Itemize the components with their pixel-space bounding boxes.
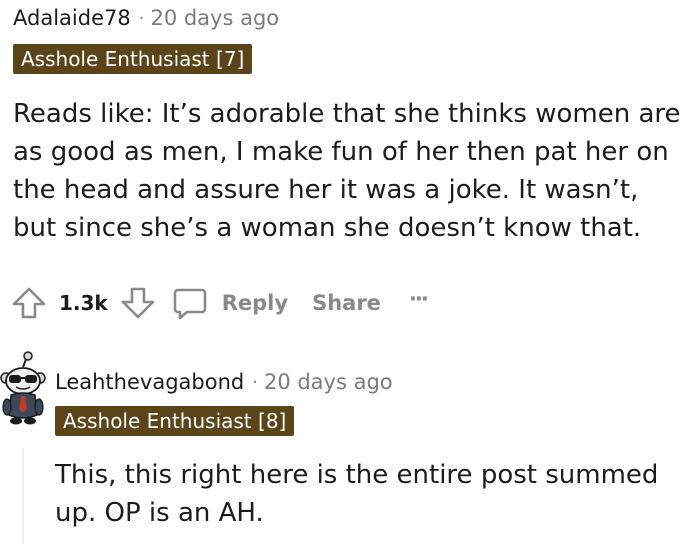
comment-1-timestamp[interactable]: 20 days ago bbox=[150, 6, 279, 30]
comment-2-timestamp[interactable]: 20 days ago bbox=[264, 370, 393, 394]
meta-separator: · bbox=[138, 7, 145, 29]
upvote-icon[interactable] bbox=[9, 283, 49, 323]
downvote-icon[interactable] bbox=[118, 283, 158, 323]
comment-2-author[interactable]: Leahthevagabond bbox=[55, 370, 244, 394]
thread-line[interactable] bbox=[22, 448, 24, 543]
comment-2-flair: Asshole Enthusiast [8] bbox=[55, 406, 295, 436]
comment-2-meta: Leahthevagabond · 20 days ago bbox=[55, 370, 393, 394]
comment-2: Leahthevagabond · 20 days ago Asshole En… bbox=[0, 340, 700, 543]
snoo-avatar-icon[interactable] bbox=[0, 351, 46, 433]
reply-label: Reply bbox=[221, 291, 289, 315]
meta-separator: · bbox=[252, 371, 258, 393]
reply-button[interactable]: Reply bbox=[170, 283, 288, 323]
comment-1-body: Reads like: It’s adorable that she think… bbox=[13, 99, 681, 243]
comment-bubble-icon bbox=[170, 283, 210, 323]
comment-1: Adalaide78 · 20 days ago Asshole Enthusi… bbox=[0, 0, 700, 330]
comment-1-flair: Asshole Enthusiast [7] bbox=[13, 44, 253, 74]
comment-2-body: This, this right here is the entire post… bbox=[55, 460, 659, 528]
comment-1-author[interactable]: Adalaide78 bbox=[13, 6, 131, 30]
vote-score: 1.3k bbox=[59, 291, 108, 315]
more-icon[interactable]: ··· bbox=[409, 287, 429, 311]
comment-1-actions: 1.3k Reply Share ··· bbox=[9, 281, 429, 325]
comment-1-meta: Adalaide78 · 20 days ago bbox=[13, 6, 279, 30]
share-button[interactable]: Share bbox=[312, 291, 381, 315]
